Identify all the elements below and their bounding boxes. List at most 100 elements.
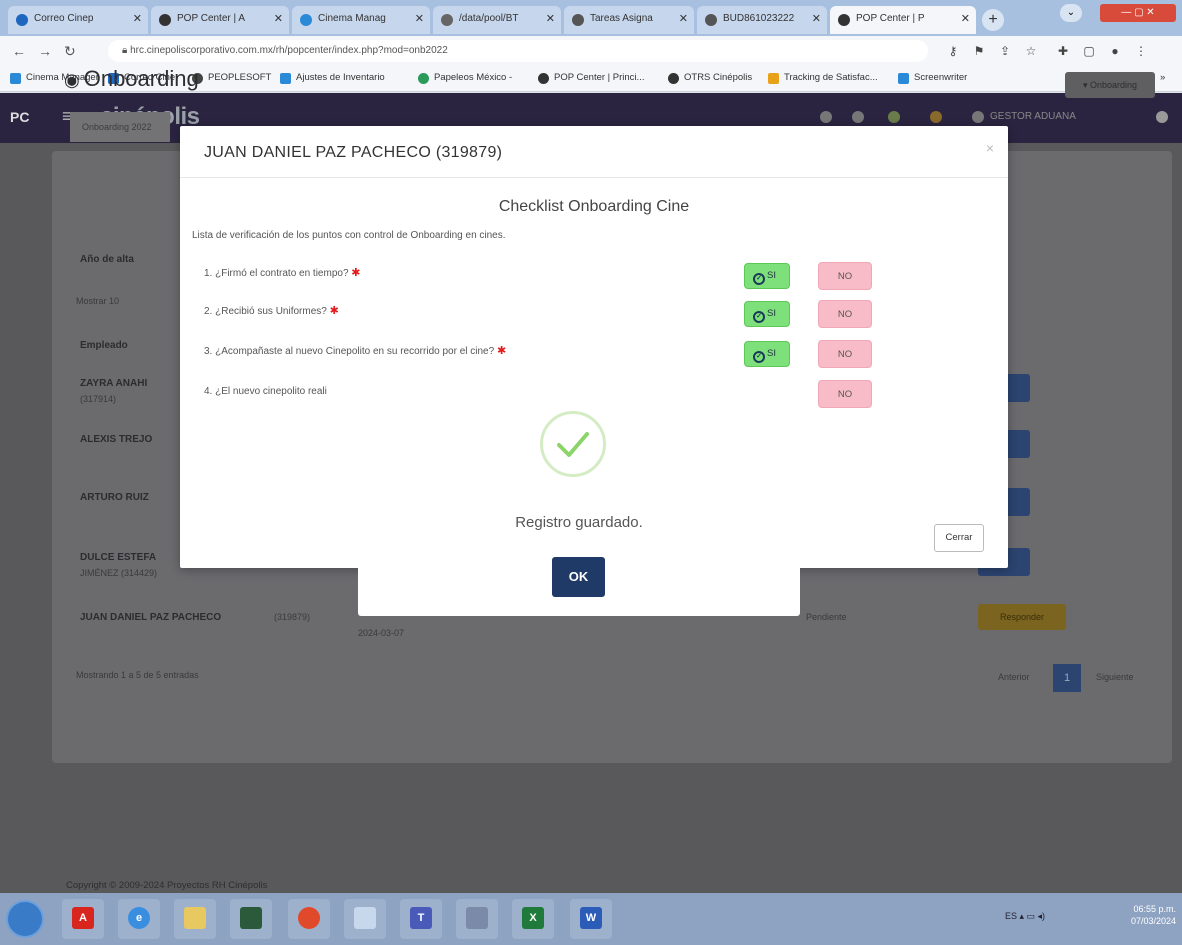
bookmark[interactable]: Tracking de Satisfac... bbox=[768, 72, 878, 84]
no-button[interactable]: NO bbox=[818, 380, 872, 408]
close-icon[interactable]: × bbox=[986, 140, 994, 156]
bookmark[interactable]: Papeleos México - bbox=[418, 72, 513, 84]
close-button[interactable]: Cerrar bbox=[934, 524, 984, 552]
taskbar-app[interactable] bbox=[288, 899, 330, 939]
taskbar-app[interactable] bbox=[344, 899, 386, 939]
bookmark-label: OTRS Cinépolis bbox=[684, 72, 753, 83]
close-icon[interactable]: ✕ bbox=[961, 12, 970, 25]
notepad-icon bbox=[354, 907, 376, 929]
teams-icon: T bbox=[410, 907, 432, 929]
app-icon bbox=[300, 14, 312, 26]
next-page-link[interactable]: Siguiente bbox=[1096, 672, 1134, 682]
taskbar-app[interactable] bbox=[174, 899, 216, 939]
bookmark[interactable]: Ajustes de Inventario bbox=[280, 72, 385, 84]
close-icon[interactable]: ✕ bbox=[133, 12, 142, 25]
tab-onboarding[interactable]: Onboarding 2022 bbox=[70, 112, 170, 142]
tab-label: Tareas Asigna bbox=[590, 13, 653, 24]
taskbar-app[interactable]: A bbox=[62, 899, 104, 939]
yes-button[interactable]: ✓ SI bbox=[744, 341, 790, 367]
back-arrow-icon[interactable]: ← bbox=[12, 43, 26, 59]
question-text: 2. ¿Recibió sus Uniformes? bbox=[204, 306, 327, 317]
key-icon[interactable]: ⚷ bbox=[946, 44, 960, 58]
question-4: 4. ¿El nuevo cinepolito reali bbox=[204, 386, 327, 397]
browser-tab[interactable]: Cinema Manag ✕ bbox=[292, 6, 430, 34]
column-employee: Empleado bbox=[80, 340, 128, 351]
translate-icon[interactable]: ⚑ bbox=[972, 44, 986, 58]
close-icon[interactable]: ✕ bbox=[679, 12, 688, 25]
employee-id: JIMÉNEZ (314429) bbox=[80, 568, 158, 578]
browser-tab-active[interactable]: POP Center | P ✕ bbox=[830, 6, 976, 34]
media-icon bbox=[240, 907, 262, 929]
no-button[interactable]: NO bbox=[818, 262, 872, 290]
sidebar-icon[interactable]: ▢ bbox=[1082, 44, 1096, 58]
taskbar-app[interactable]: W bbox=[570, 899, 612, 939]
bookmark[interactable]: PEOPLESOFT bbox=[192, 72, 271, 84]
share-icon[interactable]: ⇪ bbox=[998, 44, 1012, 58]
browser-tab-strip: Correo Cinep ✕ POP Center | A ✕ Cinema M… bbox=[0, 0, 1182, 36]
clock[interactable]: 06:55 p.m. 07/03/2024 bbox=[1126, 903, 1176, 927]
settings-icon[interactable] bbox=[1156, 111, 1168, 123]
bookmark[interactable]: OTRS Cinépolis bbox=[668, 72, 753, 84]
avatar[interactable] bbox=[972, 111, 984, 123]
year-label: Año de alta bbox=[80, 254, 134, 265]
show-entries[interactable]: Mostrar 10 bbox=[76, 296, 119, 306]
new-tab-button[interactable]: + bbox=[982, 9, 1004, 31]
employee-name: DULCE ESTEFA bbox=[80, 552, 157, 563]
close-icon[interactable]: ✕ bbox=[812, 12, 821, 25]
system-tray[interactable]: ES ▴ ▭ ◂) bbox=[1005, 911, 1045, 922]
close-icon[interactable]: ✕ bbox=[415, 12, 424, 25]
taskbar-app[interactable]: X bbox=[512, 899, 554, 939]
close-icon[interactable]: ✕ bbox=[546, 12, 555, 25]
address-bar-row: ← → ↻ 🔒︎ hrc.cinepoliscorporativo.com.mx… bbox=[0, 36, 1182, 66]
clock-time: 06:55 p.m. bbox=[1133, 904, 1176, 914]
menu-kebab-icon[interactable]: ⋮ bbox=[1134, 44, 1148, 58]
reload-icon[interactable]: ↻ bbox=[64, 43, 76, 60]
no-button[interactable]: NO bbox=[818, 340, 872, 368]
profile-icon[interactable]: ● bbox=[1108, 44, 1122, 58]
respond-button[interactable]: Responder bbox=[978, 604, 1066, 630]
no-button[interactable]: NO bbox=[818, 300, 872, 328]
leaf-icon[interactable] bbox=[888, 111, 900, 123]
browser-tab[interactable]: /data/pool/BT ✕ bbox=[433, 6, 561, 34]
checklist-description: Lista de verificación de los puntos con … bbox=[192, 230, 506, 241]
taskbar-app[interactable]: T bbox=[400, 899, 442, 939]
tab-label: BUD861023222 bbox=[723, 13, 795, 24]
bell-icon[interactable] bbox=[820, 111, 832, 123]
taskbar-app[interactable] bbox=[456, 899, 498, 939]
tab-search-icon[interactable]: ⌄ bbox=[1060, 4, 1082, 22]
home-icon[interactable] bbox=[852, 111, 864, 123]
taskbar-app[interactable]: e bbox=[118, 899, 160, 939]
ok-button[interactable]: OK bbox=[552, 557, 605, 597]
page-number-button[interactable]: 1 bbox=[1053, 664, 1081, 692]
onboarding-dropdown[interactable]: ▾ Onboarding bbox=[1065, 72, 1155, 98]
star-icon[interactable]: ☆ bbox=[1024, 44, 1038, 58]
extensions-icon[interactable]: ✚ bbox=[1056, 44, 1070, 58]
bookmark-icon bbox=[10, 73, 21, 84]
yes-button[interactable]: ✓ SI bbox=[744, 263, 790, 289]
forward-arrow-icon[interactable]: → bbox=[38, 43, 52, 59]
alert-icon[interactable] bbox=[930, 111, 942, 123]
user-name[interactable]: GESTOR ADUANA bbox=[990, 111, 1076, 122]
ie-icon: e bbox=[128, 907, 150, 929]
window-controls[interactable]: — ▢ ✕ bbox=[1100, 4, 1176, 22]
browser-tab[interactable]: BUD861023222 ✕ bbox=[697, 6, 827, 34]
browser-tab[interactable]: Correo Cinep ✕ bbox=[8, 6, 148, 34]
bookmark-label: Papeleos México - bbox=[434, 72, 513, 83]
bookmark[interactable]: Screenwriter bbox=[898, 72, 967, 84]
employee-id: (317914) bbox=[80, 394, 117, 404]
more-bookmarks-icon[interactable]: » bbox=[1160, 72, 1165, 83]
check-circle-icon: ✓ bbox=[753, 273, 765, 285]
question-1: 1. ¿Firmó el contrato en tiempo? ✱ bbox=[204, 266, 361, 279]
start-button[interactable] bbox=[6, 900, 44, 938]
bookmark[interactable]: POP Center | Princi... bbox=[538, 72, 644, 84]
prev-page-link[interactable]: Anterior bbox=[998, 672, 1030, 682]
page-title: ◉ Onboarding bbox=[64, 66, 199, 92]
word-icon: W bbox=[580, 907, 602, 929]
browser-tab[interactable]: Tareas Asigna ✕ bbox=[564, 6, 694, 34]
taskbar-app[interactable] bbox=[230, 899, 272, 939]
close-icon[interactable]: ✕ bbox=[274, 12, 283, 25]
yes-button[interactable]: ✓ SI bbox=[744, 301, 790, 327]
url-field[interactable]: 🔒︎ hrc.cinepoliscorporativo.com.mx/rh/po… bbox=[108, 40, 928, 62]
chrome-icon bbox=[298, 907, 320, 929]
browser-tab[interactable]: POP Center | A ✕ bbox=[151, 6, 289, 34]
